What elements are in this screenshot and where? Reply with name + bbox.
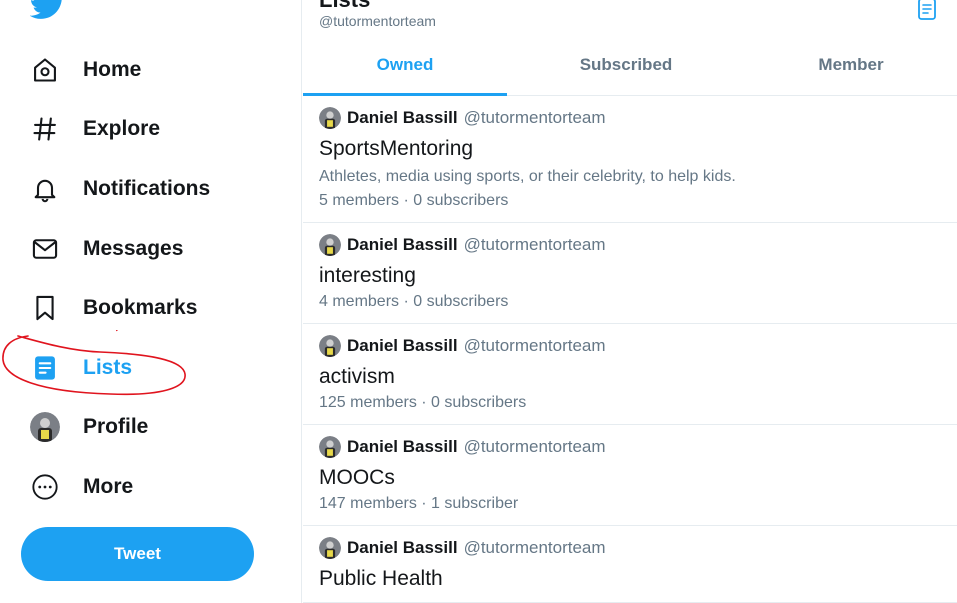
more-icon	[30, 472, 60, 502]
new-list-icon[interactable]	[917, 0, 939, 21]
list-item[interactable]: Daniel Bassill @tutormentorteam SportsMe…	[303, 96, 957, 223]
list-item[interactable]: Daniel Bassill @tutormentorteam Public H…	[303, 526, 957, 603]
envelope-icon	[30, 234, 60, 264]
owner-name: Daniel Bassill	[347, 538, 458, 557]
owner-handle: @tutormentorteam	[463, 108, 606, 127]
nav-more-label: More	[83, 475, 134, 498]
main-column: Lists @tutormentorteam Owned Subscribed …	[303, 0, 957, 603]
list-stats: 4 members · 0 subscribers	[319, 293, 509, 310]
nav-more[interactable]: More	[30, 467, 133, 507]
list-name: MOOCs	[319, 466, 395, 489]
nav-home[interactable]: Home	[30, 50, 141, 90]
avatar	[30, 412, 60, 442]
lists-container: Daniel Bassill @tutormentorteam SportsMe…	[303, 96, 957, 603]
twitter-logo-icon[interactable]	[30, 0, 66, 22]
owner-handle: @tutormentorteam	[463, 336, 606, 355]
sidebar: Home Explore Notifications Messages Book…	[0, 0, 302, 603]
lists-icon	[30, 353, 60, 383]
owner-handle: @tutormentorteam	[463, 437, 606, 456]
owner-name: Daniel Bassill	[347, 235, 458, 254]
tab-member[interactable]: Member	[745, 40, 957, 95]
nav-bookmarks[interactable]: Bookmarks	[30, 288, 197, 328]
nav-explore-label: Explore	[83, 117, 161, 140]
list-name: Public Health	[319, 567, 443, 590]
list-name: interesting	[319, 264, 416, 287]
nav-bookmarks-label: Bookmarks	[83, 296, 198, 319]
hashtag-icon	[30, 114, 60, 144]
list-tabs: Owned Subscribed Member	[303, 40, 957, 96]
home-icon	[30, 55, 60, 85]
nav-profile[interactable]: Profile	[30, 407, 148, 447]
nav-notifications-label: Notifications	[83, 177, 211, 200]
list-item[interactable]: Daniel Bassill @tutormentorteam MOOCs 14…	[303, 425, 957, 526]
list-owner: Daniel Bassill @tutormentorteam	[319, 334, 941, 358]
list-stats: 147 members · 1 subscriber	[319, 495, 519, 512]
page-subtitle-handle: @tutormentorteam	[319, 13, 436, 29]
avatar	[319, 107, 341, 129]
avatar	[319, 436, 341, 458]
bell-icon	[30, 174, 60, 204]
page-title: Lists	[319, 0, 370, 13]
nav-lists[interactable]: Lists	[30, 348, 132, 388]
list-owner: Daniel Bassill @tutormentorteam	[319, 106, 941, 130]
nav-messages[interactable]: Messages	[30, 229, 183, 269]
owner-name: Daniel Bassill	[347, 108, 458, 127]
list-name: activism	[319, 365, 395, 388]
list-stats: 5 members · 0 subscribers	[319, 192, 509, 209]
nav-profile-label: Profile	[83, 415, 149, 438]
list-stats: 125 members · 0 subscribers	[319, 394, 527, 411]
tab-owned[interactable]: Owned	[303, 40, 507, 96]
owner-name: Daniel Bassill	[347, 336, 458, 355]
avatar	[319, 537, 341, 559]
tab-subscribed[interactable]: Subscribed	[507, 40, 745, 95]
nav-messages-label: Messages	[83, 237, 184, 260]
list-item[interactable]: Daniel Bassill @tutormentorteam activism…	[303, 324, 957, 425]
avatar	[319, 234, 341, 256]
list-description: Athletes, media using sports, or their c…	[319, 168, 736, 185]
list-name: SportsMentoring	[319, 137, 474, 160]
nav-home-label: Home	[83, 58, 142, 81]
list-owner: Daniel Bassill @tutormentorteam	[319, 233, 941, 257]
list-owner: Daniel Bassill @tutormentorteam	[319, 536, 941, 560]
tweet-button[interactable]: Tweet	[21, 527, 254, 581]
bookmark-icon	[30, 293, 60, 323]
nav-notifications[interactable]: Notifications	[30, 169, 210, 209]
list-owner: Daniel Bassill @tutormentorteam	[319, 435, 941, 459]
owner-handle: @tutormentorteam	[463, 235, 606, 254]
avatar	[319, 335, 341, 357]
nav-lists-label: Lists	[83, 356, 133, 379]
owner-handle: @tutormentorteam	[463, 538, 606, 557]
list-item[interactable]: Daniel Bassill @tutormentorteam interest…	[303, 223, 957, 324]
owner-name: Daniel Bassill	[347, 437, 458, 456]
nav-explore[interactable]: Explore	[30, 109, 160, 149]
